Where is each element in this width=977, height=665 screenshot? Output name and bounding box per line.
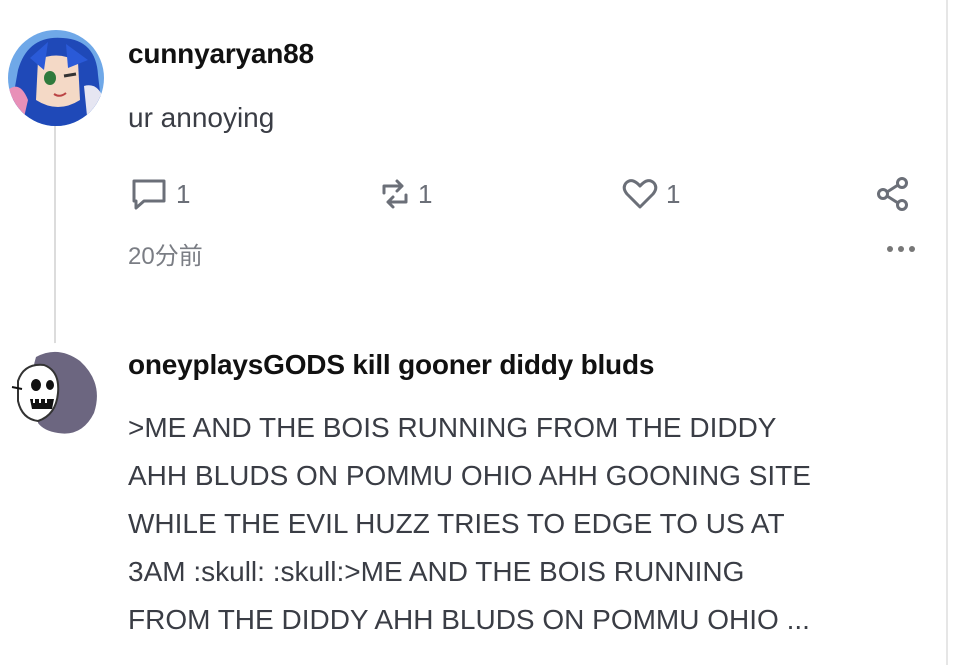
post-text: >ME AND THE BOIS RUNNING FROM THE DIDDY …	[128, 404, 937, 644]
share-icon	[877, 177, 908, 211]
username[interactable]: oneyplaysGODS kill gooner diddy bluds	[128, 349, 937, 381]
username[interactable]: cunnyaryan88	[128, 38, 937, 70]
avatar[interactable]	[8, 30, 104, 126]
post-actions: 1 1 1	[128, 176, 918, 212]
reply-count: 1	[176, 178, 191, 209]
more-dots-icon	[887, 246, 893, 252]
post-text-line: 3AM :skull: :skull:>ME AND THE BOIS RUNN…	[128, 556, 745, 587]
reply-button[interactable]: 1	[130, 177, 190, 211]
comment-icon	[132, 179, 166, 210]
avatar[interactable]	[8, 343, 104, 439]
more-options-button[interactable]	[887, 246, 915, 252]
avatar-anime-girl-image	[8, 30, 104, 126]
heart-icon	[622, 179, 658, 209]
repost-icon	[382, 179, 408, 209]
post-text-line: AHH BLUDS ON POMMU OHIO AHH GOONING SITE	[128, 460, 811, 491]
post-text-line: >ME AND THE BOIS RUNNING FROM THE DIDDY	[128, 412, 777, 443]
avatar-cartoon-image	[8, 343, 104, 439]
column-divider	[946, 0, 948, 665]
thread-connector-line	[54, 124, 56, 346]
post-text: ur annoying	[128, 102, 275, 133]
post-text-line: FROM THE DIDDY AHH BLUDS ON POMMU OHIO .…	[128, 604, 810, 635]
post-timestamp: 20分前	[128, 243, 203, 270]
repost-count: 1	[418, 178, 433, 209]
like-button[interactable]: 1	[622, 178, 680, 210]
post-text-line: WHILE THE EVIL HUZZ TRIES TO EDGE TO US …	[128, 508, 785, 539]
share-button[interactable]	[876, 176, 910, 212]
like-count: 1	[666, 178, 681, 209]
repost-button[interactable]: 1	[380, 177, 432, 211]
